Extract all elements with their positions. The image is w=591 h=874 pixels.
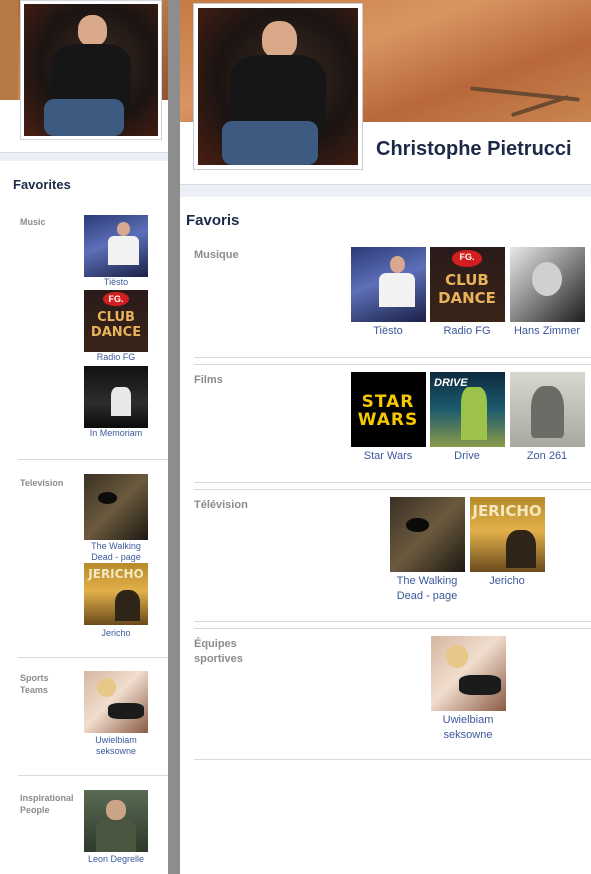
item-caption[interactable]: Hans Zimmer xyxy=(507,324,587,339)
profile-photo[interactable] xyxy=(193,3,363,170)
left-item-in-memoriam[interactable]: In Memoriam xyxy=(84,366,148,439)
zon-261-thumbnail[interactable] xyxy=(509,372,585,447)
item-caption[interactable]: Radio FG xyxy=(427,324,507,339)
left-section-label-sports-teams: Sports Teams xyxy=(20,673,49,695)
radio-fg-thumbnail[interactable]: FG. CLUB DANCE xyxy=(429,247,505,322)
left-separator xyxy=(18,657,168,658)
left-section-label-television: Television xyxy=(20,478,64,488)
item-radio-fg[interactable]: FG. CLUB DANCE Radio FG xyxy=(427,247,507,339)
uwielbiam-thumbnail[interactable] xyxy=(84,671,148,733)
section-separator xyxy=(194,489,591,490)
header-divider xyxy=(180,184,591,197)
left-item-caption[interactable]: Tiësto xyxy=(84,277,148,288)
item-caption[interactable]: Uwielbiam seksowne xyxy=(438,713,498,743)
left-item-leon-degrelle[interactable]: Leon Degrelle xyxy=(84,790,148,865)
tiesto-thumbnail[interactable] xyxy=(350,247,426,322)
item-caption[interactable]: Jericho xyxy=(467,574,547,589)
left-section-label-music: Music xyxy=(20,217,46,227)
uwielbiam-thumbnail[interactable] xyxy=(430,636,506,711)
section-separator xyxy=(194,628,591,629)
item-star-wars[interactable]: STAR WARS Star Wars xyxy=(348,372,428,464)
left-divider xyxy=(0,152,168,161)
favoris-title: Favoris xyxy=(186,212,240,229)
left-item-caption[interactable]: The Walking Dead - page xyxy=(84,541,148,563)
left-section-label-inspirational-people: Inspirational People xyxy=(20,793,74,815)
left-item-caption[interactable]: Radio FG xyxy=(84,352,148,363)
section-label-musique: Musique xyxy=(194,249,239,261)
walking-dead-thumbnail[interactable] xyxy=(84,474,148,540)
section-label-films: Films xyxy=(194,374,223,386)
section-separator xyxy=(194,364,591,365)
left-item-tiesto[interactable]: Tiësto xyxy=(84,215,148,288)
radio-fg-thumbnail[interactable]: FG. CLUB DANCE xyxy=(84,290,148,352)
item-caption[interactable]: Star Wars xyxy=(348,449,428,464)
item-hans-zimmer[interactable]: Hans Zimmer xyxy=(507,247,587,339)
left-panel: Favorites Music Tiësto FG. CLUB DANCE Ra… xyxy=(0,0,168,874)
walking-dead-thumbnail[interactable] xyxy=(389,497,465,572)
column-divider xyxy=(168,0,180,874)
star-wars-thumbnail[interactable]: STAR WARS xyxy=(350,372,426,447)
left-item-radio-fg[interactable]: FG. CLUB DANCE Radio FG xyxy=(84,290,148,363)
section-separator xyxy=(194,482,591,483)
left-item-caption[interactable]: In Memoriam xyxy=(84,428,148,439)
item-caption[interactable]: The Walking Dead - page xyxy=(387,574,467,604)
left-item-walking-dead[interactable]: The Walking Dead - page xyxy=(84,474,148,563)
jericho-thumbnail[interactable]: JERICHO xyxy=(84,563,148,625)
drive-thumbnail[interactable]: DRIVE xyxy=(429,372,505,447)
item-caption[interactable]: Drive xyxy=(427,449,507,464)
item-drive[interactable]: DRIVE Drive xyxy=(427,372,507,464)
left-item-caption[interactable]: Uwielbiam seksowne xyxy=(84,735,148,757)
item-walking-dead[interactable]: The Walking Dead - page xyxy=(387,497,467,604)
left-item-caption[interactable]: Jericho xyxy=(84,628,148,639)
section-separator xyxy=(194,759,591,760)
left-separator xyxy=(18,459,168,460)
section-label-equipes-sportives: Équipes sportives xyxy=(194,638,243,665)
item-zon-261[interactable]: Zon 261 xyxy=(507,372,587,464)
item-caption[interactable]: Tiësto xyxy=(348,324,428,339)
left-item-uwielbiam[interactable]: Uwielbiam seksowne xyxy=(84,671,148,757)
main-panel: Christophe Pietrucci Favoris Musique Tië… xyxy=(180,0,591,874)
tiesto-thumbnail[interactable] xyxy=(84,215,148,277)
left-item-jericho[interactable]: JERICHO Jericho xyxy=(84,563,148,639)
profile-name[interactable]: Christophe Pietrucci xyxy=(376,138,572,161)
item-uwielbiam[interactable]: Uwielbiam seksowne xyxy=(428,636,508,743)
left-item-caption[interactable]: Leon Degrelle xyxy=(84,854,148,865)
jericho-thumbnail[interactable]: JERICHO xyxy=(469,497,545,572)
leon-degrelle-thumbnail[interactable] xyxy=(84,790,148,852)
hans-zimmer-thumbnail[interactable] xyxy=(509,247,585,322)
section-label-television: Télévision xyxy=(194,499,248,511)
item-jericho[interactable]: JERICHO Jericho xyxy=(467,497,547,589)
in-memoriam-thumbnail[interactable] xyxy=(84,366,148,428)
item-tiesto[interactable]: Tiësto xyxy=(348,247,428,339)
left-profile-photo[interactable] xyxy=(20,0,162,140)
section-separator xyxy=(194,621,591,622)
left-separator xyxy=(18,775,168,776)
item-caption[interactable]: Zon 261 xyxy=(507,449,587,464)
left-favorites-title: Favorites xyxy=(13,177,71,192)
section-separator xyxy=(194,357,591,358)
